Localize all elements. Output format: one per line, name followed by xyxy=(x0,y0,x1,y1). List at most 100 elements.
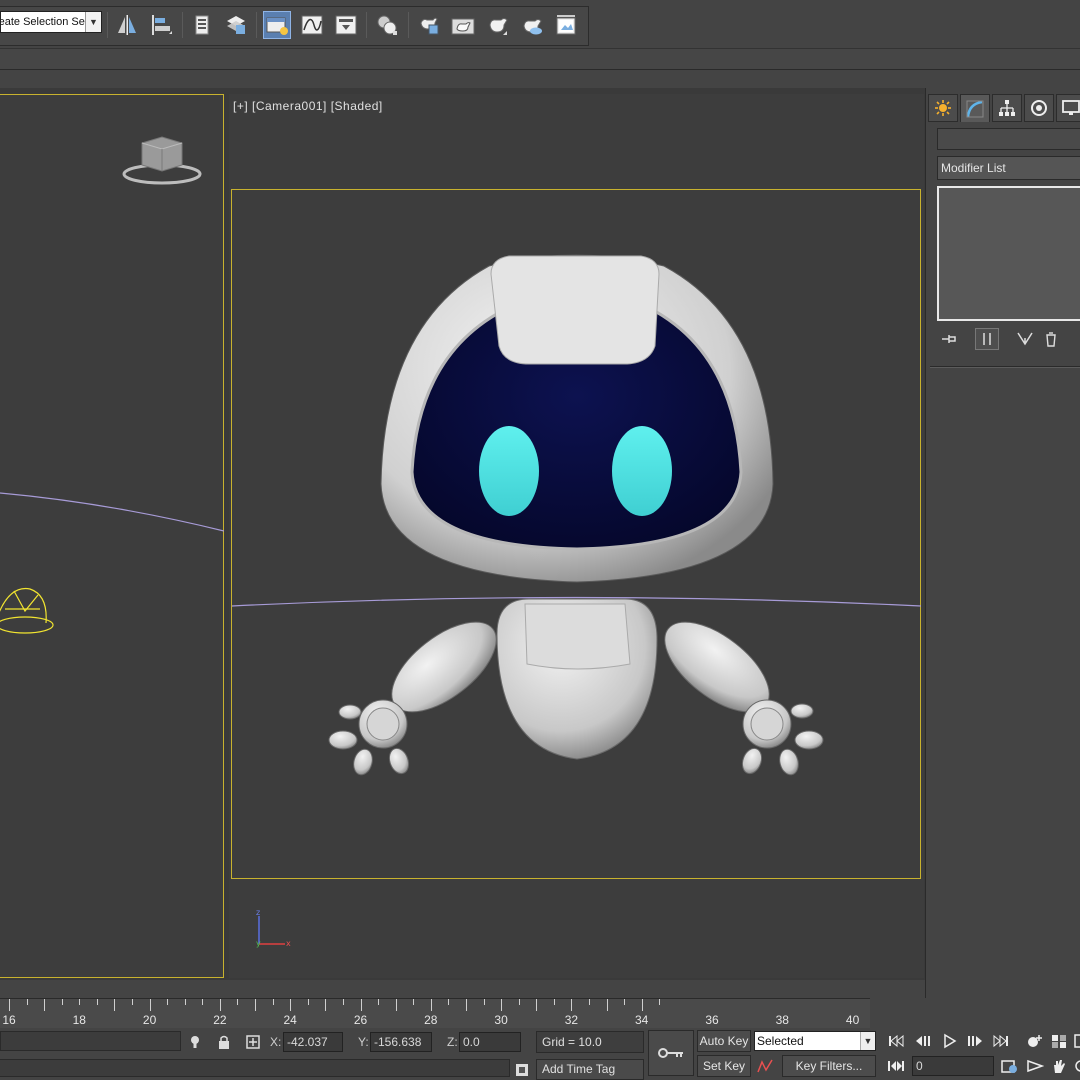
isolate-button[interactable] xyxy=(186,1033,204,1051)
tab-motion[interactable] xyxy=(1024,94,1054,122)
make-unique-icon xyxy=(1017,332,1033,346)
scene-explorer-button[interactable] xyxy=(188,11,216,39)
render-gallery-button[interactable] xyxy=(552,11,580,39)
left-viewport[interactable] xyxy=(0,94,224,978)
show-end-result-button[interactable] xyxy=(975,328,999,350)
lightbulb-icon xyxy=(191,1036,199,1048)
pin-stack-button[interactable] xyxy=(937,328,961,350)
y-coordinate-field[interactable]: -156.638 xyxy=(370,1032,432,1052)
z-coordinate-field[interactable]: 0.0 xyxy=(459,1032,521,1052)
chevron-down-icon[interactable]: ▼ xyxy=(85,12,101,32)
ruler-frame-label: 34 xyxy=(635,1013,649,1027)
time-configuration-button[interactable] xyxy=(996,1055,1022,1077)
render-setup-button[interactable] xyxy=(415,11,443,39)
x-coordinate-field[interactable]: -42.037 xyxy=(283,1032,343,1052)
rendered-frame-window-button[interactable] xyxy=(449,11,477,39)
current-frame-field[interactable]: 0 xyxy=(912,1056,994,1076)
ruler-tick xyxy=(659,999,661,1005)
robot-head xyxy=(380,254,774,583)
ruler-tick xyxy=(167,999,169,1005)
command-panel-tabs xyxy=(928,94,1080,122)
field-of-view-button[interactable] xyxy=(1022,1055,1048,1077)
ruler-tick xyxy=(61,999,63,1005)
zoom-extents-button[interactable] xyxy=(1068,1030,1080,1052)
toolbar-separator xyxy=(182,12,183,38)
remove-modifier-button[interactable] xyxy=(1039,328,1063,350)
absolute-mode-button[interactable] xyxy=(244,1033,262,1051)
time-ruler[interactable]: 16 18 20 22 24 26 28 30 32 34 36 38 40 xyxy=(0,998,870,1028)
cloud-render-icon xyxy=(523,19,542,35)
absolute-transform-icon xyxy=(246,1035,260,1049)
mirror-button[interactable] xyxy=(113,11,141,39)
ribbon-bar xyxy=(0,48,1080,70)
selection-set-dropdown[interactable]: Create Selection Se ▼ xyxy=(0,11,102,33)
ruler-tick xyxy=(553,999,555,1005)
zoom-button[interactable] xyxy=(1022,1030,1048,1052)
ruler-tick xyxy=(96,999,98,1005)
key-filters-button[interactable]: Key Filters... xyxy=(782,1055,876,1077)
ruler-tick xyxy=(9,999,10,1011)
status-bar: X: -42.037 Y: -156.638 Z: 0.0 Grid = 10.… xyxy=(0,1028,1080,1080)
ruler-frame-label: 36 xyxy=(705,1013,719,1027)
mirror-icon xyxy=(118,15,136,35)
tab-modify[interactable] xyxy=(960,94,990,122)
scene-explorer-icon xyxy=(195,15,209,35)
axis-x-label: x xyxy=(286,939,291,948)
tangent-curve-icon xyxy=(757,1059,773,1073)
time-tag-button[interactable] xyxy=(513,1061,531,1079)
modifier-list-dropdown[interactable]: Modifier List xyxy=(937,156,1080,180)
align-button[interactable] xyxy=(147,11,175,39)
play-icon xyxy=(944,1033,957,1049)
schematic-view-button[interactable] xyxy=(332,11,360,39)
go-to-start-button[interactable] xyxy=(883,1030,909,1052)
time-config-icon xyxy=(1001,1060,1017,1073)
ruler-tick xyxy=(448,999,450,1005)
ruler-frame-label: 38 xyxy=(775,1013,789,1027)
tab-hierarchy[interactable] xyxy=(992,94,1022,122)
ruler-tick xyxy=(536,999,538,1011)
key-mode-dropdown[interactable]: Selected ▼ xyxy=(754,1031,876,1051)
tab-display[interactable] xyxy=(1056,94,1080,122)
toolbar-separator xyxy=(366,12,367,38)
camera-viewport[interactable]: [+] [Camera001] [Shaded] z x y xyxy=(229,94,924,978)
modifier-stack[interactable] xyxy=(937,186,1080,321)
next-frame-button[interactable] xyxy=(962,1030,988,1052)
pin-icon xyxy=(942,335,956,343)
prompt-line xyxy=(0,1059,510,1077)
orbit-button[interactable] xyxy=(1068,1055,1080,1077)
ruler-tick xyxy=(255,999,257,1011)
auto-key-button[interactable]: Auto Key xyxy=(697,1030,751,1052)
curve-editor-button[interactable] xyxy=(298,11,326,39)
key-mode-toggle-button[interactable] xyxy=(883,1055,909,1077)
next-frame-icon xyxy=(968,1036,982,1046)
render-in-cloud-button[interactable] xyxy=(518,11,546,39)
z-label: Z: xyxy=(447,1035,458,1049)
ruler-tick xyxy=(290,999,292,1011)
set-keys-button[interactable] xyxy=(648,1030,694,1076)
ruler-tick xyxy=(606,999,608,1011)
toggle-ribbon-button[interactable] xyxy=(263,11,291,39)
previous-frame-button[interactable] xyxy=(910,1030,936,1052)
default-tangents-button[interactable] xyxy=(756,1057,774,1075)
render-production-button[interactable] xyxy=(484,11,512,39)
add-time-tag-button[interactable]: Add Time Tag xyxy=(536,1059,644,1080)
set-key-button[interactable]: Set Key xyxy=(697,1055,751,1077)
axis-y-label: y xyxy=(256,939,261,948)
axis-tripod-icon: z x y xyxy=(256,908,291,948)
go-to-end-button[interactable] xyxy=(988,1030,1014,1052)
maxscript-listener-field[interactable] xyxy=(0,1031,181,1051)
chevron-down-icon[interactable]: ▼ xyxy=(860,1032,875,1050)
play-button[interactable] xyxy=(937,1030,963,1052)
object-name-field[interactable] xyxy=(937,128,1080,150)
robot-body xyxy=(496,598,658,760)
app-window: Create Selection Se ▼ xyxy=(0,0,1080,1080)
key-icon xyxy=(658,1048,683,1058)
ruler-tick xyxy=(501,999,503,1011)
make-unique-button[interactable] xyxy=(1013,328,1037,350)
selection-lock-button[interactable] xyxy=(215,1033,233,1051)
ruler-frame-label: 32 xyxy=(564,1013,579,1027)
key-mode-icon xyxy=(888,1061,904,1071)
tab-create[interactable] xyxy=(928,94,958,122)
material-editor-button[interactable] xyxy=(373,11,401,39)
layer-explorer-button[interactable] xyxy=(222,11,250,39)
